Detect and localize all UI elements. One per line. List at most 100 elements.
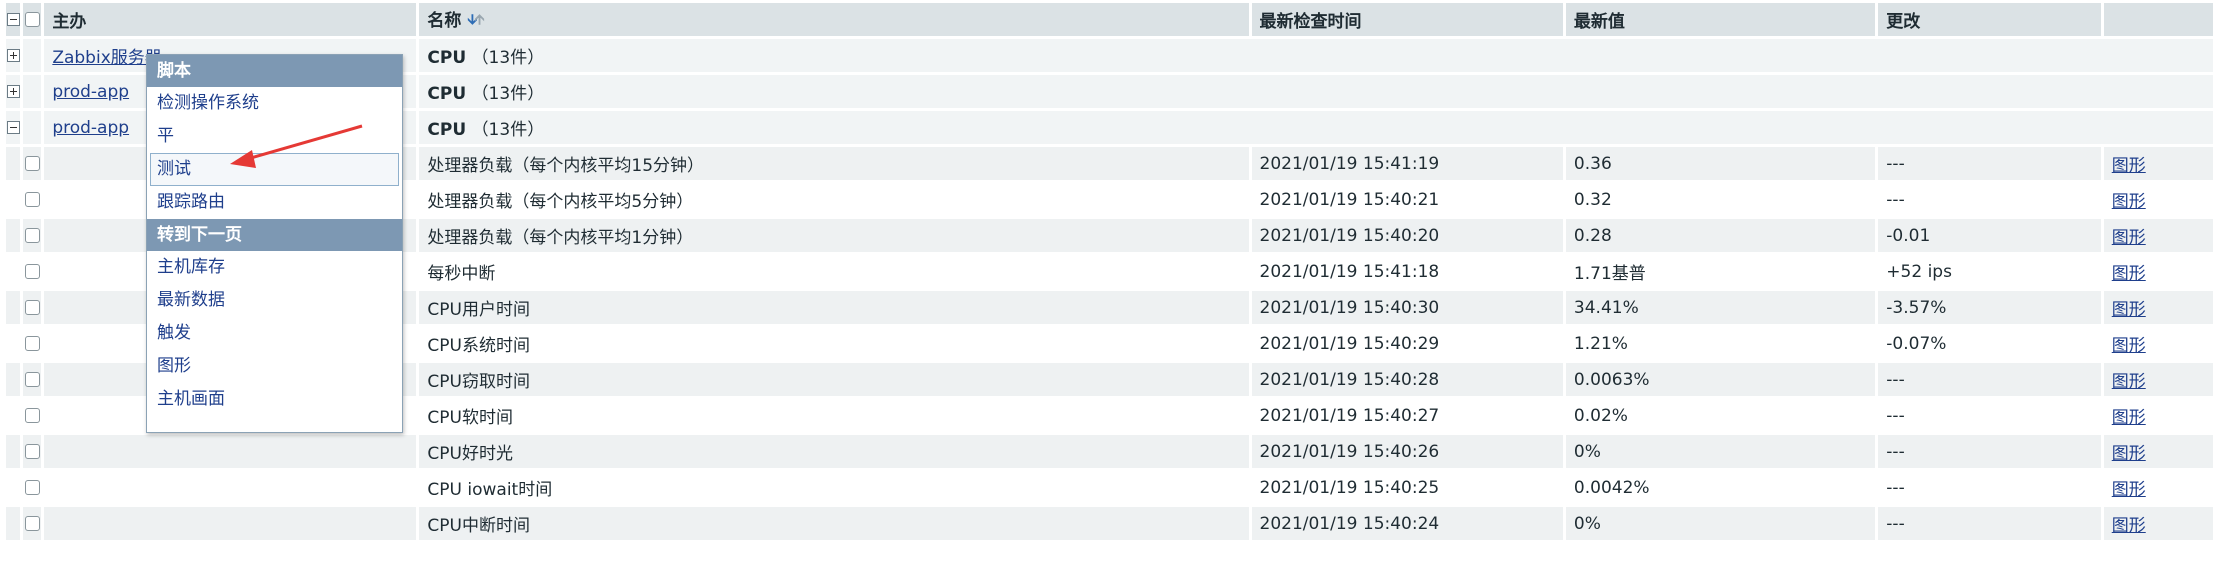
row-checkbox[interactable]	[24, 300, 40, 315]
group-toggle[interactable]	[6, 75, 21, 108]
menu-item-host-screens[interactable]: 主机画面	[147, 383, 402, 416]
indent-cell	[6, 399, 21, 432]
row-checkbox-cell[interactable]	[23, 183, 42, 216]
collapse-all-toggle[interactable]	[6, 3, 21, 36]
empty-cell	[23, 111, 42, 144]
group-count: （13件）	[471, 120, 545, 140]
host-link[interactable]: prod-app	[52, 118, 129, 138]
item-name: CPU iowait时间	[419, 471, 1249, 504]
sort-desc-icon[interactable]: 🡫🡩	[467, 9, 484, 33]
graph-link[interactable]: 图形	[2112, 192, 2146, 212]
item-name: 处理器负载（每个内核平均15分钟）	[419, 147, 1249, 180]
last-value: 0.28	[1565, 219, 1876, 252]
column-header-last-check-label[interactable]: 最新检查时间	[1260, 12, 1362, 32]
group-toggle[interactable]	[6, 39, 21, 72]
graph-link-cell[interactable]: 图形	[2103, 219, 2213, 252]
last-value: 34.41%	[1565, 291, 1876, 324]
row-checkbox[interactable]	[24, 156, 40, 171]
indent-cell	[6, 363, 21, 396]
graph-link[interactable]: 图形	[2112, 480, 2146, 500]
row-checkbox-cell[interactable]	[23, 291, 42, 324]
row-checkbox[interactable]	[24, 444, 40, 459]
menu-item-latest-data[interactable]: 最新数据	[147, 284, 402, 317]
row-checkbox-cell[interactable]	[23, 255, 42, 288]
graph-link-cell[interactable]: 图形	[2103, 399, 2213, 432]
menu-item-traceroute[interactable]: 跟踪路由	[147, 186, 402, 219]
row-checkbox[interactable]	[24, 228, 40, 243]
plus-box-icon[interactable]	[6, 49, 20, 62]
row-checkbox[interactable]	[24, 408, 40, 423]
graph-link-cell[interactable]: 图形	[2103, 327, 2213, 360]
graph-link-cell[interactable]: 图形	[2103, 435, 2213, 468]
group-name: CPU	[427, 120, 467, 140]
host-link[interactable]: prod-app	[52, 82, 129, 102]
item-name: CPU用户时间	[419, 291, 1249, 324]
minus-box-icon[interactable]	[6, 13, 20, 26]
graph-link[interactable]: 图形	[2112, 444, 2146, 464]
graph-link-cell[interactable]: 图形	[2103, 183, 2213, 216]
graph-link-cell[interactable]: 图形	[2103, 255, 2213, 288]
row-checkbox-cell[interactable]	[23, 399, 42, 432]
menu-item-test[interactable]: 测试	[150, 153, 399, 186]
change-value: ---	[1878, 183, 2101, 216]
graph-link[interactable]: 图形	[2112, 264, 2146, 284]
graph-link[interactable]: 图形	[2112, 408, 2146, 428]
group-toggle[interactable]	[6, 111, 21, 144]
menu-item-host-inventory[interactable]: 主机库存	[147, 251, 402, 284]
group-name-cell: CPU （13件）	[419, 39, 2213, 72]
row-checkbox-cell[interactable]	[23, 363, 42, 396]
row-checkbox[interactable]	[24, 480, 40, 495]
column-header-host-label[interactable]: 主办	[52, 12, 86, 32]
row-checkbox-cell[interactable]	[23, 507, 42, 540]
row-checkbox-cell[interactable]	[23, 435, 42, 468]
row-checkbox[interactable]	[24, 264, 40, 279]
row-checkbox[interactable]	[24, 336, 40, 351]
row-checkbox-cell[interactable]	[23, 219, 42, 252]
indent-cell	[6, 291, 21, 324]
graph-link-cell[interactable]: 图形	[2103, 147, 2213, 180]
empty-cell	[23, 39, 42, 72]
last-check-time: 2021/01/19 15:40:27	[1251, 399, 1563, 432]
column-header-change[interactable]: 更改	[1878, 3, 2101, 36]
column-header-name[interactable]: 名称 🡫🡩	[419, 3, 1249, 36]
column-header-last-value[interactable]: 最新值	[1565, 3, 1876, 36]
item-name: CPU好时光	[419, 435, 1249, 468]
graph-link[interactable]: 图形	[2112, 372, 2146, 392]
menu-item-ping[interactable]: 平	[147, 120, 402, 153]
graph-link-cell[interactable]: 图形	[2103, 471, 2213, 504]
graph-link-cell[interactable]: 图形	[2103, 291, 2213, 324]
column-header-name-label[interactable]: 名称	[427, 11, 461, 31]
host-context-menu: 脚本 检测操作系统 平 测试 跟踪路由 转到下一页 主机库存 最新数据 触发 图…	[146, 54, 403, 433]
row-checkbox-cell[interactable]	[23, 471, 42, 504]
row-checkbox[interactable]	[24, 372, 40, 387]
minus-box-icon[interactable]	[6, 121, 20, 134]
change-value: ---	[1878, 435, 2101, 468]
graph-link[interactable]: 图形	[2112, 336, 2146, 356]
plus-box-icon[interactable]	[6, 85, 20, 98]
change-value: -0.07%	[1878, 327, 2101, 360]
graph-link-cell[interactable]: 图形	[2103, 363, 2213, 396]
row-checkbox[interactable]	[24, 516, 40, 531]
table-row: CPU好时光 2021/01/19 15:40:26 0% --- 图形	[6, 435, 2213, 468]
row-checkbox-cell[interactable]	[23, 147, 42, 180]
column-header-last-check[interactable]: 最新检查时间	[1251, 3, 1563, 36]
column-header-last-value-label: 最新值	[1573, 12, 1625, 32]
change-value: ---	[1878, 147, 2101, 180]
graph-link[interactable]: 图形	[2112, 228, 2146, 248]
graph-link-cell[interactable]: 图形	[2103, 507, 2213, 540]
column-header-host[interactable]: 主办	[44, 3, 417, 36]
last-value: 0.36	[1565, 147, 1876, 180]
last-check-time: 2021/01/19 15:40:30	[1251, 291, 1563, 324]
menu-item-detect-os[interactable]: 检测操作系统	[147, 87, 402, 120]
row-checkbox-cell[interactable]	[23, 327, 42, 360]
menu-item-graphs[interactable]: 图形	[147, 350, 402, 383]
graph-link[interactable]: 图形	[2112, 516, 2146, 536]
row-checkbox[interactable]	[24, 192, 40, 207]
select-all-checkbox-cell[interactable]	[23, 3, 42, 36]
change-value: ---	[1878, 471, 2101, 504]
graph-link[interactable]: 图形	[2112, 156, 2146, 176]
select-all-checkbox[interactable]	[24, 12, 40, 27]
menu-item-triggers[interactable]: 触发	[147, 317, 402, 350]
indent-cell	[6, 507, 21, 540]
graph-link[interactable]: 图形	[2112, 300, 2146, 320]
